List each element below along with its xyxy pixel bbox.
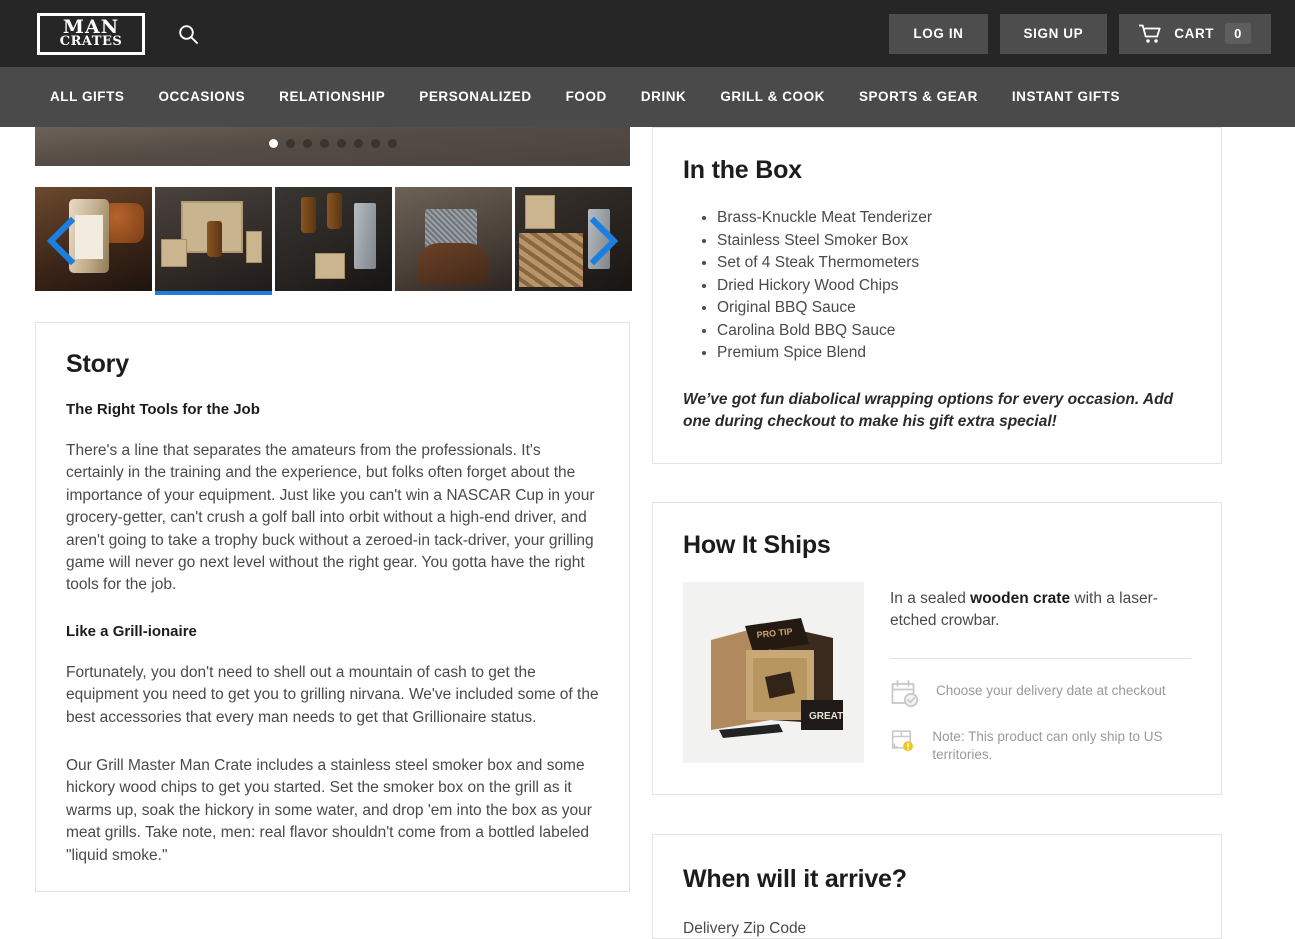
carousel-dot-4[interactable]: [319, 139, 329, 148]
thumbnail-full-crate-contents[interactable]: [155, 187, 272, 295]
wooden-crate-in-box-image: PRO TIP GREAT: [683, 581, 864, 763]
right-column: In the Box Brass-Knuckle Meat Tenderizer…: [652, 127, 1222, 939]
in-the-box-list: Brass-Knuckle Meat TenderizerStainless S…: [683, 207, 1191, 365]
carousel-dot-3[interactable]: [302, 139, 312, 148]
wood-chip-box-decor: [161, 239, 187, 267]
nav-item-instant-gifts[interactable]: INSTANT GIFTS: [995, 67, 1137, 127]
crate-illustration: PRO TIP GREAT: [683, 581, 864, 763]
shopping-cart-icon: [1139, 24, 1161, 43]
login-button[interactable]: LOG IN: [889, 13, 988, 54]
gallery-next-button[interactable]: [586, 216, 620, 266]
calendar-check-icon: [891, 679, 919, 707]
story-paragraph-2: Fortunately, you don't need to shell out…: [66, 663, 599, 726]
nav-item-food[interactable]: FOOD: [549, 67, 624, 127]
search-icon: [179, 24, 198, 44]
cart-count-badge: 0: [1225, 23, 1251, 44]
nav-item-grill-cook[interactable]: GRILL & COOK: [703, 67, 842, 127]
wood-chips-decor: [519, 233, 583, 287]
shipping-info-territory-note: Note: This product can only ship to US t…: [890, 725, 1191, 764]
thumbnail-bbq-sauce-bottles[interactable]: [275, 187, 392, 291]
carousel-dots: [268, 139, 397, 148]
signup-button[interactable]: SIGN UP: [999, 13, 1108, 54]
carousel-dot-8[interactable]: [387, 139, 397, 148]
nav-item-sports-gear[interactable]: SPORTS & GEAR: [842, 67, 995, 127]
man-crates-logo[interactable]: MAN CRATES: [37, 12, 145, 55]
nav-item-all-gifts[interactable]: ALL GIFTS: [50, 67, 141, 127]
nav-item-personalized[interactable]: PERSONALIZED: [402, 67, 548, 127]
delivery-zip-label: Delivery Zip Code: [683, 919, 807, 937]
box-item: Set of 4 Steak Thermometers: [717, 252, 1191, 275]
territory-note-text: Note: This product can only ship to US t…: [932, 728, 1163, 762]
how-it-ships-heading: How It Ships: [683, 530, 831, 559]
delivery-date-text: Choose your delivery date at checkout: [936, 682, 1166, 698]
carousel-dot-1[interactable]: [268, 139, 278, 148]
how-it-ships-card: How It Ships PRO TIP GREAT In a sealed w…: [652, 501, 1222, 795]
nav-item-occasions[interactable]: OCCASIONS: [141, 67, 262, 127]
svg-text:GREAT: GREAT: [809, 711, 843, 722]
carousel-dot-5[interactable]: [336, 139, 346, 148]
search-button[interactable]: [173, 19, 203, 49]
box-item: Original BBQ Sauce: [717, 297, 1191, 320]
box-item: Brass-Knuckle Meat Tenderizer: [717, 207, 1191, 230]
carousel-dot-7[interactable]: [370, 139, 380, 148]
shipping-divider: [890, 657, 1191, 659]
story-card: Story The Right Tools for the Job There'…: [35, 322, 630, 893]
shipping-desc-before: In a sealed: [890, 589, 971, 607]
story-paragraph-1: There's a line that separates the amateu…: [66, 442, 595, 594]
product-hero-carousel[interactable]: [35, 127, 630, 166]
sauce-bottle-a: [301, 197, 316, 233]
cart-button[interactable]: CART 0: [1119, 13, 1271, 54]
product-page-content: Story The Right Tools for the Job There'…: [0, 127, 1295, 939]
nav-item-drink[interactable]: DRINK: [624, 67, 704, 127]
shipping-desc-bold: wooden crate: [970, 589, 1071, 607]
wood-chip-card: [315, 253, 345, 279]
story-subheading-1: The Right Tools for the Job: [66, 401, 260, 418]
in-the-box-card: In the Box Brass-Knuckle Meat Tenderizer…: [652, 127, 1222, 464]
story-subheading-2: Like a Grill-ionaire: [66, 622, 197, 640]
smoker-plate-decor: [354, 203, 376, 269]
box-item: Dried Hickory Wood Chips: [717, 275, 1191, 298]
in-the-box-heading: In the Box: [683, 156, 802, 184]
story-heading: Story: [66, 350, 129, 378]
carousel-dot-2[interactable]: [285, 139, 295, 148]
box-item: Premium Spice Blend: [717, 342, 1191, 365]
carousel-dot-6[interactable]: [353, 139, 363, 148]
header-actions: LOG IN SIGN UP CART 0: [889, 13, 1271, 54]
box-item: Carolina Bold BBQ Sauce: [717, 320, 1191, 343]
arrival-heading: When will it arrive?: [683, 864, 907, 893]
thumbnail-strip: [35, 187, 632, 295]
logo-line-1: MAN: [62, 15, 120, 38]
chip-bag-decor: [525, 195, 555, 229]
nav-item-relationship[interactable]: RELATIONSHIP: [262, 67, 402, 127]
shipping-info-delivery-date: Choose your delivery date at checkout: [890, 679, 1191, 709]
box-warning-icon: [891, 729, 913, 751]
gallery-prev-button[interactable]: [45, 216, 79, 266]
box-item: Stainless Steel Smoker Box: [717, 230, 1191, 253]
shipping-description: In a sealed wooden crate with a laser-et…: [890, 588, 1191, 632]
sauce-bottle-b: [327, 193, 342, 229]
sauce-bottle-decor: [207, 221, 222, 257]
thumbnail-hand-with-tenderizer[interactable]: [395, 187, 512, 291]
cart-label: CART: [1174, 26, 1215, 41]
spice-jar-decor-2: [246, 231, 262, 263]
when-will-it-arrive-card: When will it arrive? Delivery Zip Code: [652, 833, 1222, 939]
story-paragraph-3: Our Grill Master Man Crate includes a st…: [66, 757, 592, 864]
chevron-right-icon: [589, 216, 619, 266]
wrapping-options-note: We’ve got fun diabolical wrapping option…: [683, 390, 1174, 430]
left-column: Story The Right Tools for the Job There'…: [35, 127, 632, 893]
logo-line-2: CRATES: [59, 33, 123, 49]
main-navigation: ALL GIFTS OCCASIONS RELATIONSHIP PERSONALIZ…: [0, 67, 1295, 127]
chevron-left-icon: [46, 216, 76, 266]
hand-decor: [417, 243, 489, 285]
top-header-bar: MAN CRATES LOG IN SIGN UP CART 0: [0, 0, 1295, 67]
